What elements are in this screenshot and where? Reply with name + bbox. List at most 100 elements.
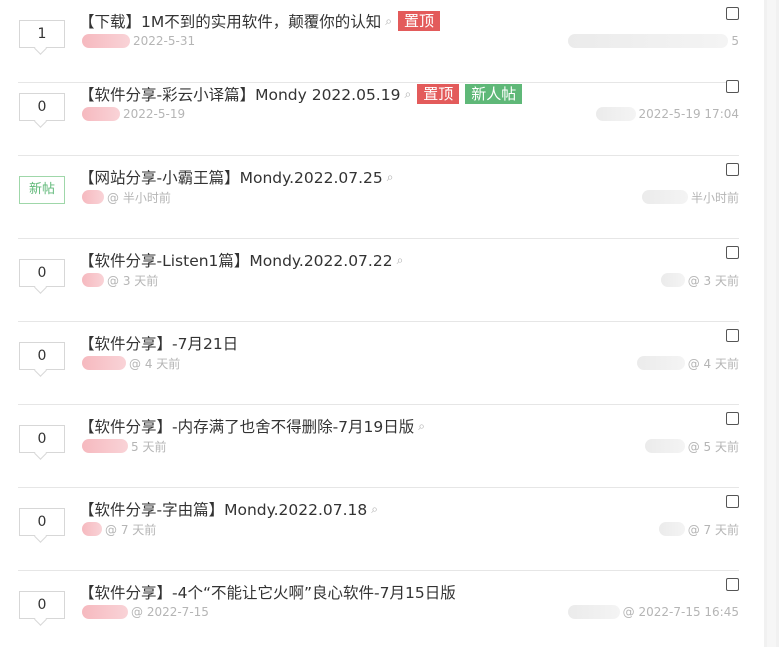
author-meta: 2022-5-31 [82, 33, 195, 49]
select-checkbox[interactable] [726, 495, 739, 508]
thread-title-link[interactable]: 【软件分享】-4个“不能让它火啊”良心软件-7月15日版 [79, 581, 456, 603]
last-reply-meta: 2022-5-19 17:04 [595, 106, 740, 122]
reply-count-badge: 0 [19, 591, 65, 619]
reply-count-badge: 1 [19, 20, 65, 48]
reply-count-badge: 0 [19, 93, 65, 121]
select-checkbox[interactable] [726, 163, 739, 176]
select-checkbox[interactable] [726, 412, 739, 425]
thread-title-line: 【软件分享】-内存满了也舍不得删除-7月19日版 ⌕ [79, 413, 425, 439]
vertical-scrollbar[interactable] [764, 0, 779, 647]
reply-count-badge: 0 [19, 425, 65, 453]
paperclip-icon: ⌕ [418, 418, 426, 433]
pinned-tag: 置顶 [417, 84, 460, 104]
author-meta: @ 7 天前 [82, 521, 156, 537]
thread-row: 0 【软件分享】-4个“不能让它火啊”良心软件-7月15日版 @ 2022-7-… [0, 571, 739, 654]
author-meta: @ 4 天前 [82, 355, 180, 371]
scrollbar-thumb[interactable] [767, 0, 776, 647]
thread-row: 0 【软件分享-Listen1篇】Mondy.2022.07.22 ⌕ @ 3 … [0, 239, 739, 322]
avatar[interactable] [82, 522, 102, 536]
post-time: @ 7 天前 [105, 522, 157, 537]
avatar[interactable] [82, 439, 128, 453]
last-reply-meta: @ 5 天前 [644, 438, 739, 454]
thread-row: 0 【软件分享-彩云小译篇】Mondy 2022.05.19 ⌕ 置顶 新人帖 … [0, 73, 739, 156]
author-meta: @ 半小时前 [82, 189, 171, 205]
thread-row: 0 【软件分享】-内存满了也舍不得删除-7月19日版 ⌕ 5 天前 @ 5 天前 [0, 405, 739, 488]
paperclip-icon: ⌕ [386, 169, 394, 184]
thread-title-line: 【网站分享-小霸王篇】Mondy.2022.07.25 ⌕ [79, 164, 393, 190]
last-reply-time: @ 5 天前 [687, 439, 739, 454]
last-reply-user[interactable] [658, 522, 685, 536]
last-reply-user[interactable] [595, 107, 636, 121]
post-time: 2022-5-19 [123, 107, 186, 121]
avatar[interactable] [82, 605, 128, 619]
last-reply-meta: @ 4 天前 [636, 355, 739, 371]
paperclip-icon: ⌕ [404, 86, 412, 101]
reply-count-badge: 0 [19, 342, 65, 370]
post-time: @ 2022-7-15 [131, 605, 209, 619]
thread-title-link[interactable]: 【软件分享-Listen1篇】Mondy.2022.07.22 [79, 249, 393, 271]
thread-title-link[interactable]: 【下载】1M不到的实用软件，颠覆你的认知 [79, 10, 381, 32]
select-checkbox[interactable] [726, 578, 739, 591]
thread-title-link[interactable]: 【软件分享-字由篇】Mondy.2022.07.18 [79, 498, 367, 520]
post-time: 5 天前 [131, 439, 167, 454]
select-checkbox[interactable] [726, 329, 739, 342]
reply-count-badge: 0 [19, 508, 65, 536]
post-time: @ 半小时前 [107, 190, 171, 205]
post-time: @ 4 天前 [129, 356, 181, 371]
thread-row: 新帖 【网站分享-小霸王篇】Mondy.2022.07.25 ⌕ @ 半小时前 … [0, 156, 739, 239]
last-reply-user[interactable] [641, 190, 688, 204]
thread-title-line: 【软件分享】-4个“不能让它火啊”良心软件-7月15日版 [79, 579, 456, 605]
select-checkbox[interactable] [726, 246, 739, 259]
last-reply-meta: @ 3 天前 [660, 272, 739, 288]
last-reply-time: 半小时前 [690, 190, 739, 205]
last-reply-user[interactable] [636, 356, 685, 370]
last-reply-meta: 半小时前 [641, 189, 739, 205]
last-reply-user[interactable] [644, 439, 685, 453]
last-reply-meta: 5 [568, 33, 739, 49]
thread-title-line: 【软件分享-Listen1篇】Mondy.2022.07.22 ⌕ [79, 247, 403, 273]
author-meta: 5 天前 [82, 438, 166, 454]
last-reply-time: 5 [731, 34, 739, 48]
last-reply-time: @ 4 天前 [687, 356, 739, 371]
last-reply-time: @ 2022-7-15 16:45 [622, 605, 739, 619]
last-reply-meta: @ 7 天前 [658, 521, 739, 537]
avatar[interactable] [82, 356, 126, 370]
thread-title-link[interactable]: 【软件分享-彩云小译篇】Mondy 2022.05.19 [79, 83, 400, 105]
author-meta: @ 2022-7-15 [82, 604, 209, 620]
thread-title-line: 【软件分享-字由篇】Mondy.2022.07.18 ⌕ [79, 496, 378, 522]
thread-list: 1 【下载】1M不到的实用软件，颠覆你的认知 ⌕ 置顶 2022-5-31 5 … [0, 0, 764, 647]
thread-row: 1 【下载】1M不到的实用软件，颠覆你的认知 ⌕ 置顶 2022-5-31 5 [0, 0, 739, 83]
last-reply-time: 2022-5-19 17:04 [638, 107, 740, 121]
paperclip-icon: ⌕ [371, 501, 378, 516]
thread-title-link[interactable]: 【网站分享-小霸王篇】Mondy.2022.07.25 [79, 166, 383, 188]
select-checkbox[interactable] [726, 80, 739, 93]
thread-title-line: 【下载】1M不到的实用软件，颠覆你的认知 ⌕ 置顶 [79, 8, 440, 34]
last-reply-meta: @ 2022-7-15 16:45 [567, 604, 739, 620]
avatar[interactable] [82, 273, 104, 287]
last-reply-user[interactable] [660, 273, 685, 287]
post-time: @ 3 天前 [107, 273, 159, 288]
last-reply-time: @ 3 天前 [687, 273, 739, 288]
thread-title-link[interactable]: 【软件分享】-7月21日 [79, 332, 238, 354]
author-meta: 2022-5-19 [82, 106, 185, 122]
thread-title-link[interactable]: 【软件分享】-内存满了也舍不得删除-7月19日版 [79, 415, 414, 437]
paperclip-icon: ⌕ [396, 252, 404, 267]
last-reply-time: @ 7 天前 [687, 522, 739, 537]
select-checkbox[interactable] [726, 7, 739, 20]
avatar[interactable] [82, 190, 104, 204]
newbie-post-tag: 新人帖 [465, 84, 523, 104]
post-time: 2022-5-31 [133, 34, 196, 48]
avatar[interactable] [82, 107, 120, 121]
paperclip-icon: ⌕ [385, 13, 392, 28]
thread-row: 0 【软件分享-字由篇】Mondy.2022.07.18 ⌕ @ 7 天前 @ … [0, 488, 739, 571]
last-reply-user[interactable] [568, 34, 729, 48]
author-meta: @ 3 天前 [82, 272, 158, 288]
new-post-badge: 新帖 [19, 176, 65, 204]
reply-count-badge: 0 [19, 259, 65, 287]
pinned-tag: 置顶 [397, 11, 440, 31]
thread-title-line: 【软件分享-彩云小译篇】Mondy 2022.05.19 ⌕ 置顶 新人帖 [79, 81, 523, 107]
avatar[interactable] [82, 34, 130, 48]
thread-title-line: 【软件分享】-7月21日 [79, 330, 238, 356]
last-reply-user[interactable] [567, 605, 620, 619]
thread-row: 0 【软件分享】-7月21日 @ 4 天前 @ 4 天前 [0, 322, 739, 405]
